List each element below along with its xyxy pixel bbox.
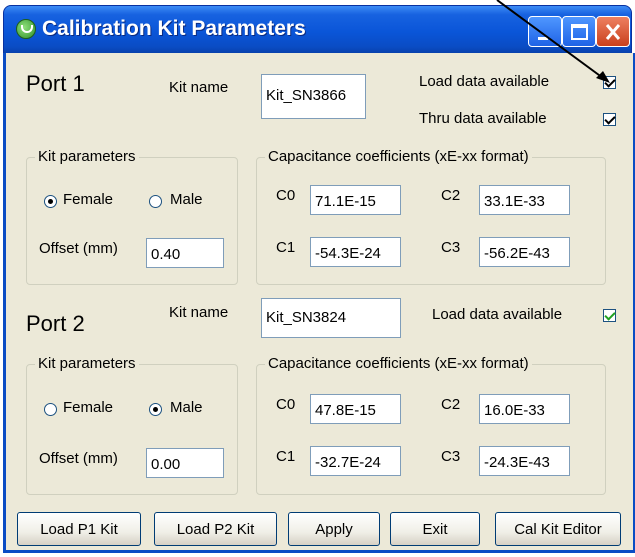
load-p1-kit-button[interactable]: Load P1 Kit xyxy=(17,512,141,546)
port2-title: Port 2 xyxy=(26,311,85,336)
cal-kit-editor-button[interactable]: Cal Kit Editor xyxy=(495,512,621,546)
port2-load-label: Load data available xyxy=(432,306,563,323)
apply-button[interactable]: Apply xyxy=(288,512,380,546)
port2-kit-name-label: Kit name xyxy=(169,304,229,321)
port1-c1-field[interactable]: -54.3E-24 xyxy=(310,237,401,267)
port2-offset-label: Offset (mm) xyxy=(39,450,118,467)
port1-male-label: Male xyxy=(170,191,203,208)
port1-c3-label: C3 xyxy=(441,239,461,256)
port2-c3-label: C3 xyxy=(441,448,461,465)
port1-kit-parameters-title: Kit parameters xyxy=(35,148,139,165)
port1-c0-field[interactable]: 71.1E-15 xyxy=(310,185,401,215)
load-p2-kit-button[interactable]: Load P2 Kit xyxy=(154,512,277,546)
port2-c1-label: C1 xyxy=(276,448,296,465)
port1-capacitance-group: Capacitance coefficients (xE-xx format) … xyxy=(256,148,606,285)
port2-capacitance-group: Capacitance coefficients (xE-xx format) … xyxy=(256,355,606,495)
port1-thru-label: Thru data available xyxy=(419,110,547,127)
port2-male-radio[interactable] xyxy=(149,403,162,416)
port2-c1-field[interactable]: -32.7E-24 xyxy=(310,446,401,476)
port2-c2-field[interactable]: 16.0E-33 xyxy=(479,394,570,424)
port1-female-label: Female xyxy=(63,191,114,208)
port1-c1-label: C1 xyxy=(276,239,296,256)
port2-male-label: Male xyxy=(170,399,203,416)
port2-c3-field[interactable]: -24.3E-43 xyxy=(479,446,570,476)
port2-kit-name-field[interactable]: Kit_SN3824 xyxy=(261,298,401,338)
port2-c2-label: C2 xyxy=(441,396,461,413)
port2-kit-parameters-title: Kit parameters xyxy=(35,355,139,372)
port2-female-radio[interactable] xyxy=(44,403,57,416)
exit-button[interactable]: Exit xyxy=(390,512,480,546)
port1-female-radio[interactable] xyxy=(44,195,57,208)
port1-offset-label: Offset (mm) xyxy=(39,240,118,257)
arrow-annotation xyxy=(496,0,610,83)
port1-c3-field[interactable]: -56.2E-43 xyxy=(479,237,570,267)
port1-offset-field[interactable]: 0.40 xyxy=(146,238,224,268)
port1-c2-label: C2 xyxy=(441,187,461,204)
port2-offset-field[interactable]: 0.00 xyxy=(146,448,224,478)
port2-c0-field[interactable]: 47.8E-15 xyxy=(310,394,401,424)
port1-capacitance-title: Capacitance coefficients (xE-xx format) xyxy=(265,148,532,165)
port2-load-checkbox[interactable] xyxy=(603,309,616,322)
port1-thru-checkbox[interactable] xyxy=(603,113,616,126)
port1-kit-parameters-group: Kit parameters Female Male Offset (mm) 0… xyxy=(26,148,238,285)
dialog-body: Port 1 Kit name Kit_SN3866 Load data ava… xyxy=(3,53,635,553)
port2-capacitance-title: Capacitance coefficients (xE-xx format) xyxy=(265,355,532,372)
port2-c0-label: C0 xyxy=(276,396,296,413)
port2-kit-parameters-group: Kit parameters Female Male Offset (mm) 0… xyxy=(26,355,238,495)
port1-c2-field[interactable]: 33.1E-33 xyxy=(479,185,570,215)
port1-c0-label: C0 xyxy=(276,187,296,204)
port2-female-label: Female xyxy=(63,399,114,416)
port1-male-radio[interactable] xyxy=(149,195,162,208)
